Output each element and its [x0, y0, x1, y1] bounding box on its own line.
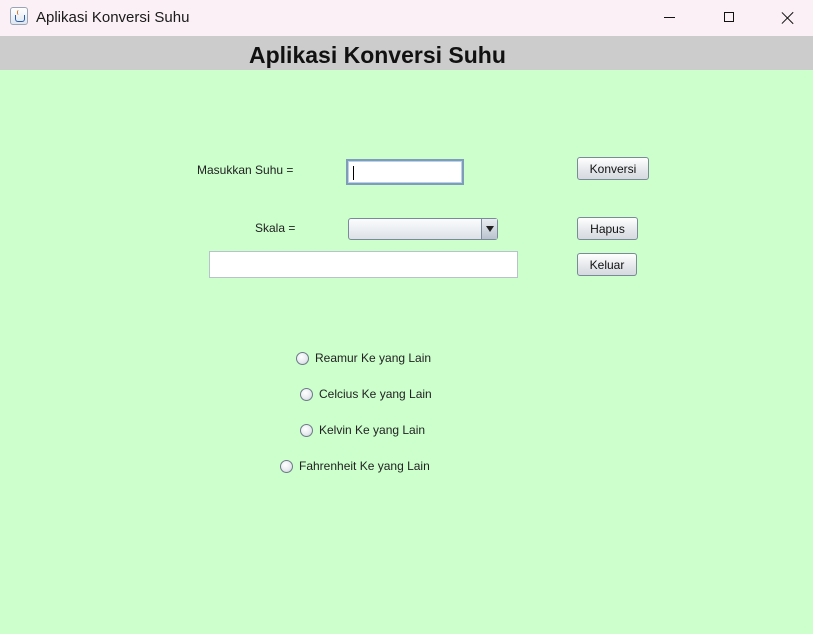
radio-circle[interactable] [296, 351, 309, 365]
scale-label: Skala = [255, 221, 296, 235]
radio-celcius[interactable]: Celcius Ke yang Lain [300, 387, 432, 401]
minimize-button[interactable] [640, 0, 698, 34]
scale-dropdown[interactable] [348, 218, 498, 240]
title-bar[interactable]: Aplikasi Konversi Suhu [0, 0, 813, 36]
radio-circle[interactable] [300, 387, 313, 401]
convert-button[interactable]: Konversi [577, 157, 649, 180]
minimize-icon [663, 16, 675, 18]
close-button[interactable] [758, 0, 813, 34]
radio-fahrenheit[interactable]: Fahrenheit Ke yang Lain [280, 459, 430, 473]
maximize-button[interactable] [700, 0, 758, 34]
result-field[interactable] [209, 251, 518, 278]
close-icon [781, 11, 794, 24]
radio-circle[interactable] [300, 423, 313, 437]
clear-button[interactable]: Hapus [577, 217, 638, 240]
main-panel: Masukkan Suhu = Konversi Skala = Hapus K… [0, 70, 813, 634]
radio-reamur[interactable]: Reamur Ke yang Lain [296, 351, 431, 365]
radio-kelvin[interactable]: Kelvin Ke yang Lain [300, 423, 425, 437]
java-cup-icon [10, 7, 28, 25]
maximize-icon [724, 12, 734, 22]
text-caret [353, 166, 354, 180]
page-title: Aplikasi Konversi Suhu [249, 42, 506, 68]
app-window: Aplikasi Konversi Suhu Aplikasi Konversi… [0, 0, 813, 634]
radio-circle[interactable] [280, 459, 293, 473]
window-title: Aplikasi Konversi Suhu [36, 9, 190, 26]
input-label: Masukkan Suhu = [197, 163, 294, 177]
exit-button[interactable]: Keluar [577, 253, 637, 276]
temperature-input[interactable] [346, 159, 464, 185]
header-band: Aplikasi Konversi Suhu [0, 36, 813, 70]
chevron-down-icon[interactable] [481, 219, 497, 239]
